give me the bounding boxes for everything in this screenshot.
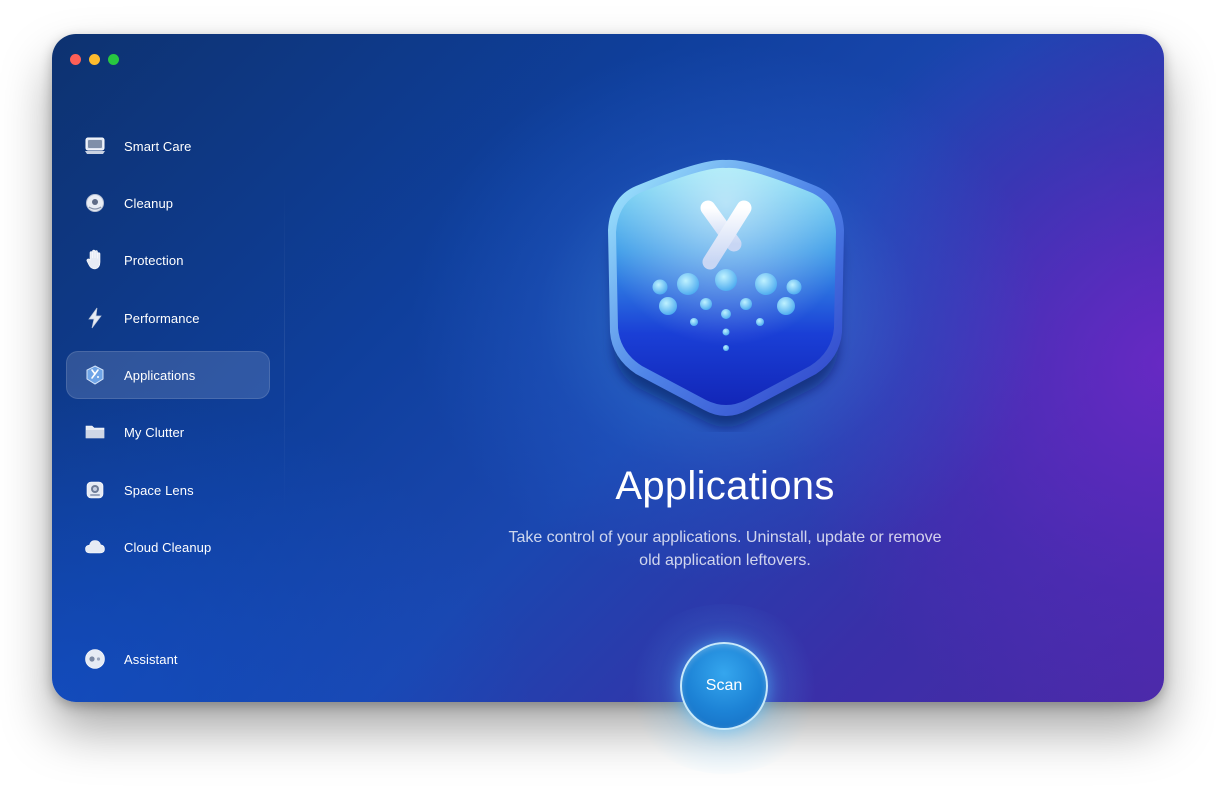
applications-icon bbox=[84, 364, 106, 386]
page: Smart Care Cleanup Protection Performanc… bbox=[0, 0, 1216, 806]
sidebar-item-label: Applications bbox=[124, 367, 196, 383]
assistant-icon bbox=[84, 648, 106, 670]
sidebar-item-assistant[interactable]: Assistant bbox=[66, 635, 270, 683]
sidebar-item-protection[interactable]: Protection bbox=[66, 236, 270, 284]
page-description: Take control of your applications. Unins… bbox=[508, 529, 942, 569]
scan-button[interactable]: Scan bbox=[680, 642, 768, 730]
sidebar-item-space-lens[interactable]: Space Lens bbox=[66, 466, 270, 514]
lightning-icon bbox=[84, 307, 106, 329]
sidebar-item-applications[interactable]: Applications bbox=[66, 351, 270, 399]
sidebar-item-label: Cleanup bbox=[124, 195, 174, 211]
hand-icon bbox=[84, 249, 106, 271]
sidebar-item-label: Space Lens bbox=[124, 482, 194, 498]
sidebar-item-cloud-cleanup[interactable]: Cloud Cleanup bbox=[66, 523, 270, 571]
sidebar-item-label: Smart Care bbox=[124, 138, 192, 154]
sidebar-item-smart-care[interactable]: Smart Care bbox=[66, 122, 270, 170]
folder-icon bbox=[84, 421, 106, 443]
monitor-icon bbox=[84, 135, 106, 157]
cloud-icon bbox=[84, 536, 106, 558]
sidebar-item-label: Cloud Cleanup bbox=[124, 539, 212, 555]
sidebar-item-performance[interactable]: Performance bbox=[66, 294, 270, 342]
cleanup-disc-icon bbox=[84, 192, 106, 214]
app-window: Smart Care Cleanup Protection Performanc… bbox=[52, 34, 1164, 702]
sidebar-item-label: Assistant bbox=[124, 651, 178, 667]
sidebar: Smart Care Cleanup Protection Performanc… bbox=[66, 34, 270, 702]
sidebar-item-cleanup[interactable]: Cleanup bbox=[66, 179, 270, 227]
sidebar-item-label: Protection bbox=[124, 252, 184, 268]
sidebar-divider bbox=[284, 184, 285, 514]
applications-hero-icon bbox=[608, 159, 844, 427]
sidebar-item-label: My Clutter bbox=[124, 424, 185, 440]
sidebar-item-label: Performance bbox=[124, 310, 200, 326]
lens-icon bbox=[84, 479, 106, 501]
main-content: Applications Take control of your applic… bbox=[286, 34, 1164, 702]
page-title: Applications bbox=[615, 464, 835, 508]
sidebar-item-my-clutter[interactable]: My Clutter bbox=[66, 408, 270, 456]
